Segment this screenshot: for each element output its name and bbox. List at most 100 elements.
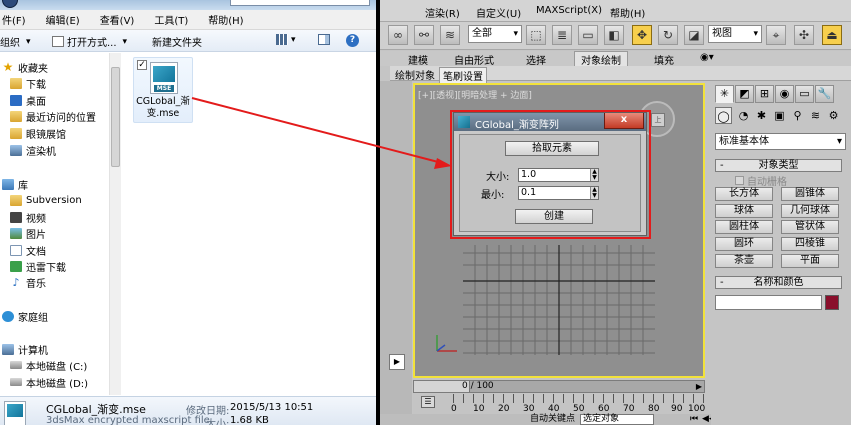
go-to-start-icon[interactable]: ⏮: [690, 414, 698, 425]
selection-filter-dropdown[interactable]: 全部: [468, 25, 522, 43]
sphere-button[interactable]: 球体: [715, 204, 773, 218]
next-frame-icon[interactable]: ▶: [696, 381, 702, 392]
tab-freeform[interactable]: 自由形式: [454, 52, 494, 67]
nav-scrollbar-thumb[interactable]: [111, 67, 120, 167]
select-and-scale-icon[interactable]: ◪: [684, 25, 704, 45]
unlink-icon[interactable]: ⚯: [414, 25, 434, 45]
pick-element-button[interactable]: 拾取元素: [505, 141, 599, 156]
cameras-icon[interactable]: ▣: [771, 107, 788, 124]
nav-item-drive-d[interactable]: 本地磁盘 (D:): [10, 374, 88, 390]
nav-item-pictures[interactable]: 图片: [10, 225, 46, 241]
shapes-icon[interactable]: ◔: [735, 107, 752, 124]
space-warps-icon[interactable]: ≋: [807, 107, 824, 124]
tab-modeling[interactable]: 建模: [408, 52, 428, 67]
name-and-color-rollout[interactable]: - 名称和颜色: [715, 276, 842, 289]
cone-button[interactable]: 圆锥体: [781, 187, 839, 201]
bind-space-warp-icon[interactable]: ≋: [440, 25, 460, 45]
nav-item-glasses-gallery[interactable]: 眼镜展馆: [10, 125, 66, 141]
keyboard-shortcut-override-icon[interactable]: ⏏: [822, 25, 842, 45]
size-spinner[interactable]: 1.0 ▲ ▼: [518, 168, 599, 182]
nav-item-downloads[interactable]: 下载: [10, 75, 46, 91]
select-object-icon[interactable]: ⬚: [526, 25, 546, 45]
window-crossing-icon[interactable]: ◧: [604, 25, 624, 45]
tab-selection[interactable]: 选择: [526, 52, 546, 67]
viewport-label[interactable]: [+][透视][明暗处理 + 边面]: [418, 88, 532, 101]
auto-key-label[interactable]: 自动关键点: [530, 414, 575, 425]
tab-populate[interactable]: 填充: [654, 52, 674, 67]
organize-button[interactable]: 组织: [0, 34, 31, 49]
nav-item-music[interactable]: ♪ 音乐: [10, 274, 46, 290]
nav-library[interactable]: 库: [2, 176, 28, 192]
tube-button[interactable]: 管状体: [781, 220, 839, 234]
nav-item-recent[interactable]: 最近访问的位置: [10, 108, 96, 124]
rectangle-selection-icon[interactable]: ▭: [578, 25, 598, 45]
link-icon[interactable]: ∞: [388, 25, 408, 45]
new-folder-button[interactable]: 新建文件夹: [152, 34, 202, 49]
utilities-tab-icon[interactable]: 🔧: [815, 85, 834, 103]
menu-help[interactable]: 帮助(H): [208, 12, 243, 27]
nav-homegroup[interactable]: 家庭组: [2, 308, 48, 324]
selected-dropdown[interactable]: 选定对象: [580, 414, 654, 425]
help-button[interactable]: ?: [346, 34, 359, 47]
nav-item-subversion[interactable]: Subversion: [10, 192, 82, 208]
min-value[interactable]: 0.1: [521, 187, 536, 198]
nav-item-videos[interactable]: 视频: [10, 209, 46, 225]
nav-item-documents[interactable]: 文档: [10, 242, 46, 258]
object-color-swatch[interactable]: [825, 295, 839, 310]
select-by-name-icon[interactable]: ≣: [552, 25, 572, 45]
geosphere-button[interactable]: 几何球体: [781, 204, 839, 218]
menu-help[interactable]: 帮助(H): [610, 5, 645, 20]
object-type-rollout[interactable]: - 对象类型: [715, 159, 842, 172]
menu-file[interactable]: 件(F): [2, 12, 26, 27]
spinner-arrows-icon[interactable]: ▲ ▼: [590, 187, 598, 199]
pyramid-button[interactable]: 四棱锥: [781, 237, 839, 251]
create-button[interactable]: 创建: [515, 209, 593, 224]
cylinder-button[interactable]: 圆柱体: [715, 220, 773, 234]
torus-button[interactable]: 圆环: [715, 237, 773, 251]
open-with-button[interactable]: 打开方式...: [52, 34, 127, 49]
display-tab-icon[interactable]: ▭: [795, 85, 814, 103]
time-slider[interactable]: ◀ 0 / 100 ▶: [413, 380, 705, 393]
pivot-center-icon[interactable]: ⌖: [766, 25, 786, 45]
menu-customize[interactable]: 自定义(U): [476, 5, 521, 20]
object-category-dropdown[interactable]: 标准基本体: [715, 133, 846, 150]
address-bar[interactable]: [230, 0, 370, 6]
subtab-paint-objects[interactable]: 绘制对象: [392, 67, 438, 82]
close-button[interactable]: x: [604, 113, 644, 129]
menu-edit[interactable]: 编辑(E): [46, 12, 80, 27]
file-item-mse[interactable]: ✓ MSE CGLobal_渐 变.mse: [133, 57, 193, 123]
dialog-titlebar[interactable]: CGlobal_渐变阵列 x: [454, 113, 646, 131]
view-options-button[interactable]: ▾: [276, 34, 296, 45]
mini-curve-editor-icon[interactable]: ☰: [421, 396, 435, 408]
lights-icon[interactable]: ✱: [753, 107, 770, 124]
nav-item-render-machine[interactable]: 渲染机: [10, 142, 56, 158]
box-button[interactable]: 长方体: [715, 187, 773, 201]
create-tab-icon[interactable]: ✳: [715, 85, 734, 103]
preview-pane-button[interactable]: [318, 34, 333, 45]
menu-rendering[interactable]: 渲染(R): [425, 5, 460, 20]
menu-maxscript[interactable]: MAXScript(X): [536, 5, 602, 16]
plane-button[interactable]: 平面: [781, 254, 839, 268]
spinner-arrows-icon[interactable]: ▲ ▼: [590, 169, 598, 181]
reference-coordinate-dropdown[interactable]: 视图: [708, 25, 762, 43]
checkbox-box[interactable]: [735, 176, 744, 185]
select-and-rotate-icon[interactable]: ↻: [658, 25, 678, 45]
nav-item-desktop[interactable]: 桌面: [10, 92, 46, 108]
nav-favorites[interactable]: ★ 收藏夹: [2, 59, 48, 75]
play-icon[interactable]: ▶: [389, 354, 405, 370]
systems-icon[interactable]: ⚙: [825, 107, 842, 124]
select-manipulate-icon[interactable]: ✣: [794, 25, 814, 45]
menu-view[interactable]: 查看(V): [100, 12, 135, 27]
file-checkbox[interactable]: ✓: [137, 60, 147, 70]
track-bar[interactable]: ☰ 0 10 20 30 40 50 60 70 80 90 100: [413, 394, 705, 414]
nav-item-drive-c[interactable]: 本地磁盘 (C:): [10, 357, 87, 373]
object-name-input[interactable]: [715, 295, 822, 310]
tab-object-paint[interactable]: 对象绘制: [574, 51, 628, 67]
back-button[interactable]: [2, 0, 18, 8]
motion-tab-icon[interactable]: ◉: [775, 85, 794, 103]
menu-tools[interactable]: 工具(T): [154, 12, 188, 27]
nav-computer[interactable]: 计算机: [2, 341, 48, 357]
size-value[interactable]: 1.0: [521, 169, 536, 180]
nav-scrollbar[interactable]: [109, 53, 121, 395]
geometry-icon[interactable]: ◯: [715, 107, 732, 124]
